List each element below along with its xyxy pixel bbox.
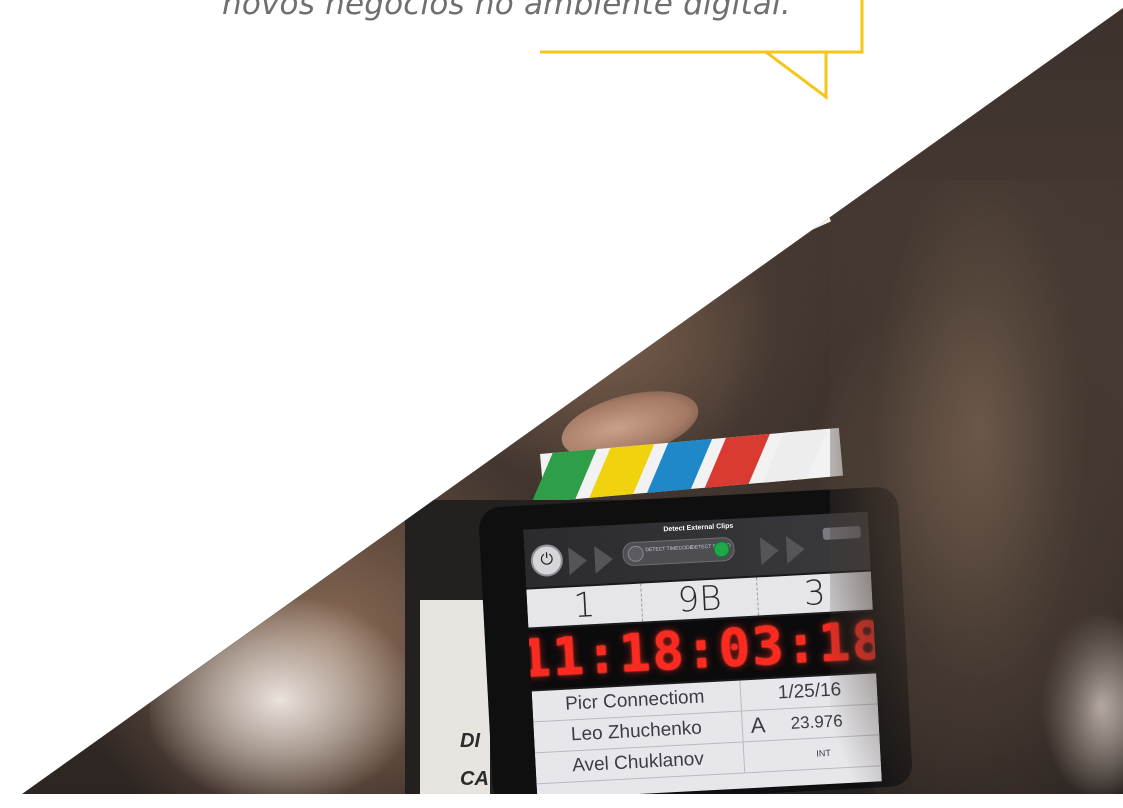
stripe-white bbox=[762, 428, 828, 483]
screen-title: Detect External Clips bbox=[663, 522, 734, 534]
detect-toggle[interactable]: DETECT TIMECODE DETECT SOUND bbox=[622, 536, 736, 567]
photo-light-left bbox=[150, 600, 410, 794]
detect-timecode-label: DETECT TIMECODE bbox=[645, 544, 694, 554]
roll-value[interactable]: 1 bbox=[526, 584, 642, 628]
detect-timecode-toggle[interactable] bbox=[627, 545, 645, 563]
stripe-red bbox=[705, 211, 750, 278]
chevron-right-icon bbox=[785, 534, 806, 564]
speech-bubble-outline bbox=[540, 0, 864, 54]
detect-sound-toggle[interactable] bbox=[713, 540, 730, 558]
speech-bubble-tail bbox=[765, 50, 828, 100]
chevron-right-icon bbox=[759, 536, 780, 566]
stripe-green bbox=[531, 449, 597, 503]
speech-bubble bbox=[540, 0, 864, 100]
board-text-2: CA bbox=[460, 768, 489, 790]
camera-value[interactable]: A bbox=[750, 710, 766, 741]
stripe-blue bbox=[652, 235, 697, 301]
chevron-right-icon bbox=[594, 545, 614, 574]
stripe-blue bbox=[647, 438, 713, 493]
power-icon[interactable]: ⏻ bbox=[530, 543, 564, 578]
board-text-1: DI bbox=[460, 730, 480, 752]
stripe-red bbox=[704, 433, 770, 488]
stripe-yellow bbox=[589, 443, 655, 498]
stripe-green bbox=[546, 282, 591, 348]
slate-app-screen: Detect External Clips ⏻ DETECT TIMECODE … bbox=[523, 511, 882, 794]
stripe-yellow bbox=[599, 258, 644, 325]
chevron-right-icon bbox=[568, 546, 588, 576]
foreground-blur bbox=[830, 180, 1123, 794]
clapper-white-board: DI CA bbox=[420, 600, 490, 794]
scene-value[interactable]: 9B bbox=[640, 577, 758, 622]
